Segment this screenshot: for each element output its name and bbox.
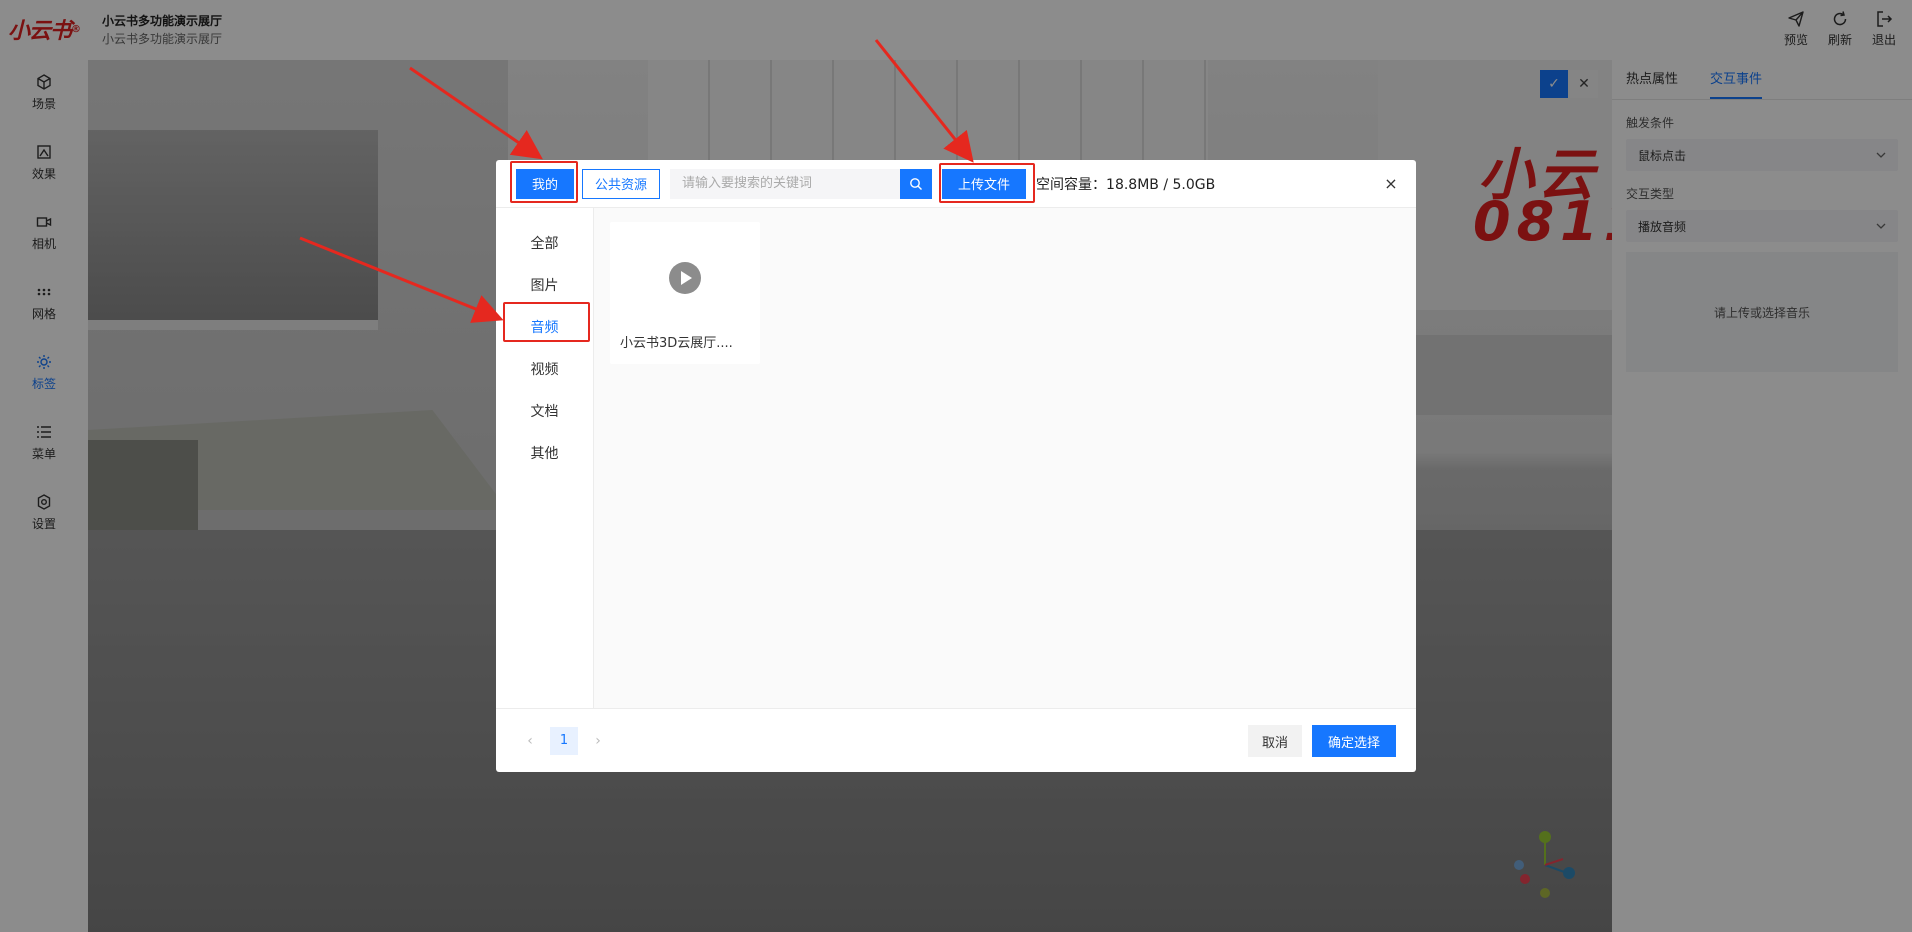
resource-picker-dialog: 我的 公共资源 上传文件 空间容量：18.8MB / 5.0GB × 全部 图片… — [496, 160, 1416, 772]
category-image[interactable]: 图片 — [496, 264, 593, 306]
search-button[interactable] — [900, 168, 933, 199]
play-icon — [669, 262, 701, 294]
pagination: ‹ 1 › — [516, 726, 612, 755]
cancel-button[interactable]: 取消 — [1247, 725, 1302, 757]
my-resources-button[interactable]: 我的 — [516, 168, 575, 199]
next-page-button[interactable]: › — [584, 727, 612, 755]
upload-file-button[interactable]: 上传文件 — [942, 168, 1027, 199]
category-other[interactable]: 其他 — [496, 432, 593, 474]
category-all[interactable]: 全部 — [496, 222, 593, 264]
file-card[interactable]: 小云书3D云展厅.... — [610, 222, 760, 364]
page-number[interactable]: 1 — [550, 726, 578, 755]
dialog-header: 我的 公共资源 上传文件 空间容量：18.8MB / 5.0GB × — [496, 160, 1416, 208]
search-input[interactable] — [670, 168, 901, 199]
category-document[interactable]: 文档 — [496, 390, 593, 432]
category-audio[interactable]: 音频 — [496, 306, 593, 348]
category-list: 全部 图片 音频 视频 文档 其他 — [496, 208, 594, 708]
storage-capacity: 空间容量：18.8MB / 5.0GB — [1036, 176, 1216, 193]
search-bar — [670, 168, 933, 199]
dialog-footer: ‹ 1 › 取消 确定选择 — [496, 708, 1416, 772]
search-icon — [910, 177, 923, 190]
category-video[interactable]: 视频 — [496, 348, 593, 390]
confirm-selection-button[interactable]: 确定选择 — [1311, 725, 1396, 757]
close-icon[interactable]: × — [1382, 174, 1400, 193]
dialog-body: 全部 图片 音频 视频 文档 其他 小云书3D云展厅.... — [496, 208, 1416, 708]
file-grid: 小云书3D云展厅.... — [594, 208, 1416, 708]
public-resources-button[interactable]: 公共资源 — [582, 168, 661, 199]
file-name: 小云书3D云展厅.... — [620, 336, 733, 351]
prev-page-button[interactable]: ‹ — [516, 727, 544, 755]
footer-buttons: 取消 确定选择 — [1247, 725, 1396, 757]
